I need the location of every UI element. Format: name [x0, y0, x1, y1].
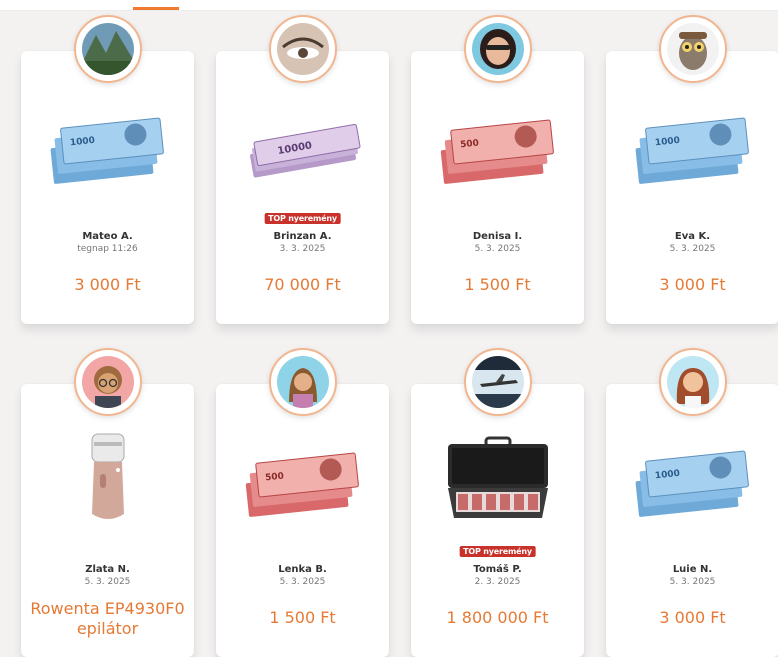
- winner-name: Denisa I.: [472, 231, 523, 242]
- cartoon-woman-glasses-avatar-icon: [73, 348, 142, 416]
- win-date: 5. 3. 2025: [474, 244, 521, 254]
- winner-name: Zlata N.: [85, 564, 130, 575]
- prize-amount: 3 000 Ft: [659, 608, 726, 627]
- top-prize-badge: TOP nyeremény: [459, 546, 536, 557]
- winner-name: Mateo A.: [82, 231, 133, 242]
- winner-name: Tomáš P.: [473, 564, 522, 575]
- owl-avatar-icon: [658, 15, 727, 83]
- prize-amount: 3 000 Ft: [659, 275, 726, 294]
- win-date: 5. 3. 2025: [669, 244, 716, 254]
- money-briefcase-icon: [438, 434, 558, 530]
- woman-avatar-icon: [463, 15, 532, 83]
- winner-card[interactable]: Zlata N. 5. 3. 2025 Rowenta EP4930F0 epi…: [21, 348, 194, 657]
- prize-amount: 1 800 000 Ft: [446, 608, 549, 627]
- prize-amount: 3 000 Ft: [74, 275, 141, 294]
- winner-card[interactable]: TOP nyeremény Tomáš P. 2. 3. 2025 1 800 …: [411, 348, 584, 657]
- epilator-icon: [48, 430, 168, 526]
- winner-name: Luie N.: [672, 564, 713, 575]
- cartoon-woman-avatar-icon: [268, 348, 337, 416]
- winner-name: Eva K.: [674, 231, 711, 242]
- banknotes-1000-icon: 1000: [633, 111, 753, 191]
- winner-card[interactable]: 1000 Luie N. 5. 3. 2025 3 000 Ft: [606, 348, 778, 657]
- banknotes-500-icon: 500: [243, 444, 363, 524]
- winner-card[interactable]: 1000 Eva K. 5. 3. 2025 3 000 Ft: [606, 15, 778, 324]
- prize-amount: 1 500 Ft: [464, 275, 531, 294]
- prize-amount: 70 000 Ft: [264, 275, 341, 294]
- eye-avatar-icon: [268, 15, 337, 83]
- svg-text:500: 500: [459, 138, 479, 150]
- prize-product: Rowenta EP4930F0 epilátor: [30, 599, 185, 638]
- top-prize-badge: TOP nyeremény: [264, 213, 341, 224]
- winner-card[interactable]: 500 Denisa I. 5. 3. 2025 1 500 Ft: [411, 15, 584, 324]
- banknotes-500-icon: 500: [438, 111, 558, 191]
- win-date: 2. 3. 2025: [474, 577, 521, 587]
- winners-grid: 1000 Mateo A. tegnap 11:26 3 000 Ft 1000…: [0, 0, 778, 657]
- win-date: 5. 3. 2025: [669, 577, 716, 587]
- win-date: tegnap 11:26: [77, 244, 138, 254]
- banknotes-10000-icon: 10000: [243, 111, 363, 191]
- banknotes-1000-icon: 1000: [48, 111, 168, 191]
- win-date: 5. 3. 2025: [279, 577, 326, 587]
- cartoon-girl-avatar-icon: [658, 348, 727, 416]
- winner-card[interactable]: 500 Lenka B. 5. 3. 2025 1 500 Ft: [216, 348, 389, 657]
- prize-amount: 1 500 Ft: [269, 608, 336, 627]
- svg-text:500: 500: [264, 471, 284, 483]
- winner-name: Lenka B.: [278, 564, 327, 575]
- winner-card[interactable]: 10000 TOP nyeremény Brinzan A. 3. 3. 202…: [216, 15, 389, 324]
- win-date: 3. 3. 2025: [279, 244, 326, 254]
- airplane-avatar-icon: [463, 348, 532, 416]
- banknotes-1000-icon: 1000: [633, 444, 753, 524]
- win-date: 5. 3. 2025: [84, 577, 131, 587]
- landscape-avatar-icon: [73, 15, 142, 83]
- winner-name: Brinzan A.: [273, 231, 332, 242]
- winner-card[interactable]: 1000 Mateo A. tegnap 11:26 3 000 Ft: [21, 15, 194, 324]
